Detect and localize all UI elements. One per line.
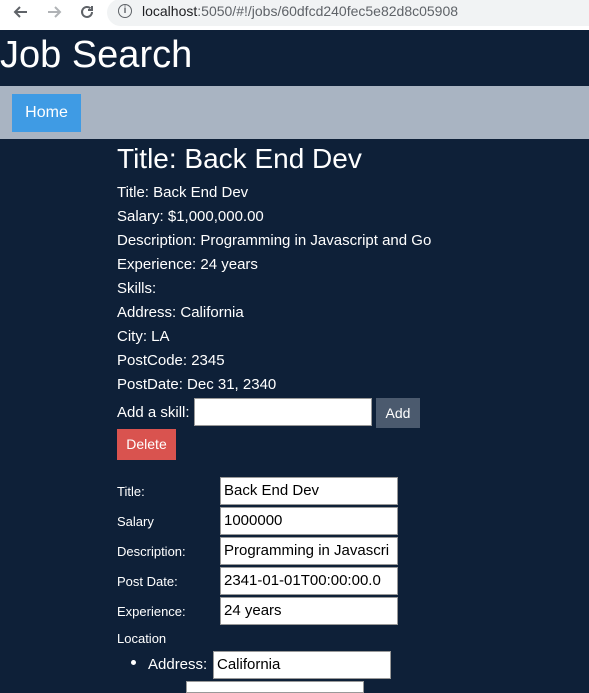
job-city-line: City: LA — [117, 328, 170, 345]
job-postcode-line: PostCode: 2345 — [117, 352, 225, 369]
list-bullet — [131, 660, 136, 665]
job-description-line: Description: Programming in Javascript a… — [117, 232, 432, 249]
site-title: Job Search — [0, 34, 193, 76]
experience-input[interactable]: 24 years — [220, 597, 398, 625]
info-icon[interactable]: i — [118, 4, 132, 18]
description-label: Description: — [117, 544, 186, 559]
skill-input[interactable] — [194, 398, 372, 426]
salary-label: Salary — [117, 514, 154, 529]
forward-arrow-icon[interactable] — [43, 3, 65, 25]
job-postdate-line: PostDate: Dec 31, 2340 — [117, 376, 277, 393]
job-experience-line: Experience: 24 years — [117, 256, 258, 273]
location-label: Location — [117, 631, 167, 646]
navbar: Home — [0, 86, 589, 139]
browser-toolbar: i localhost:5050/#!/jobs/60dfcd240fec5e8… — [0, 0, 589, 30]
post-date-label: Post Date: — [117, 574, 178, 589]
job-title-line: Title: Back End Dev — [117, 184, 249, 201]
job-address-line: Address: California — [117, 304, 244, 321]
address-label: Address: — [148, 656, 208, 673]
title-input[interactable]: Back End Dev — [220, 477, 398, 505]
description-input[interactable]: Programming in Javascri — [220, 537, 398, 565]
salary-input[interactable]: 1000000 — [220, 507, 398, 535]
address-input[interactable]: California — [213, 651, 391, 679]
post-date-input[interactable]: 2341-01-01T00:00:00.0 — [220, 567, 398, 595]
add-skill-button[interactable]: Add — [376, 398, 420, 428]
address-bar[interactable]: i localhost:5050/#!/jobs/60dfcd240fec5e8… — [107, 0, 589, 26]
add-skill-label: Add a skill: — [117, 404, 190, 421]
title-label: Title: — [117, 484, 145, 499]
url-text: localhost:5050/#!/jobs/60dfcd240fec5e82d… — [142, 3, 459, 19]
back-arrow-icon[interactable] — [10, 3, 32, 25]
home-button[interactable]: Home — [12, 94, 81, 132]
job-skills-line: Skills: — [117, 280, 157, 297]
experience-label: Experience: — [117, 604, 186, 619]
delete-button[interactable]: Delete — [117, 429, 176, 460]
job-salary-line: Salary: $1,000,000.00 — [117, 208, 264, 225]
job-heading: Title: Back End Dev — [117, 143, 362, 174]
job-detail: Title: Back End Dev — [117, 141, 362, 175]
reload-icon[interactable] — [76, 3, 98, 25]
city-input[interactable] — [186, 681, 364, 693]
